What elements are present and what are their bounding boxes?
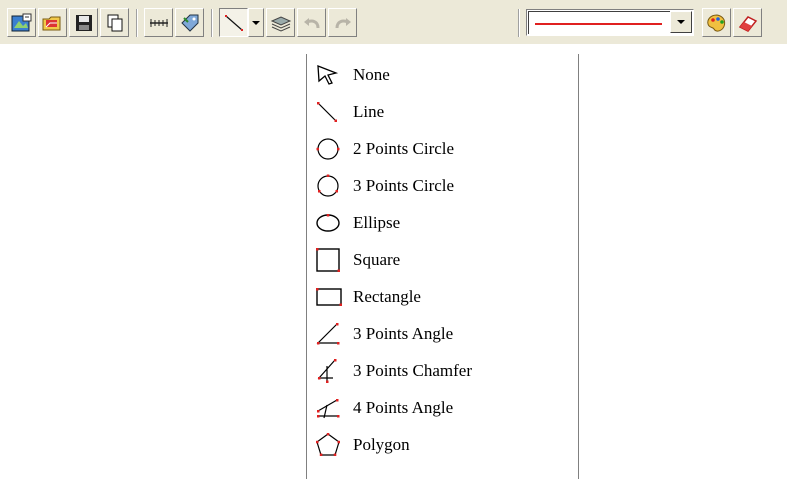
menu-item-rectangle[interactable]: Rectangle [315,279,575,315]
copy-icon [107,14,122,31]
menu-item-label: 3 Points Angle [353,324,454,343]
menu-item-label: 2 Points Circle [353,139,455,158]
menu-item-label: Polygon [353,435,410,454]
eraser-icon [738,15,757,32]
tag-icon [180,14,198,32]
floppy-disk-icon [75,14,92,31]
dropdown-arrow-icon [252,20,260,25]
layers-icon [270,15,291,32]
menu-item-ellipse[interactable]: Ellipse [315,205,575,241]
redo-button[interactable] [328,8,357,37]
menu-item-label: None [353,65,390,84]
menu-item-label: Ellipse [353,213,401,232]
line-style-field [528,11,692,34]
undo-button[interactable] [297,8,326,37]
line-style-combo[interactable] [526,9,694,36]
line-style-dropdown-button[interactable] [670,11,692,33]
measure-tag-button[interactable] [175,8,204,37]
new-image-icon [11,13,31,31]
menu-item-3-points-chamfer[interactable]: 3 Points Chamfer [315,353,575,389]
polygon-icon [315,431,349,459]
menu-item-label: Rectangle [353,287,421,306]
line-icon [315,98,349,126]
calibrate-button[interactable] [144,8,173,37]
copy-button[interactable] [100,8,129,37]
redo-icon [335,17,351,28]
circle-2pt-icon [315,135,349,163]
pointer-icon [315,61,349,89]
shape-menu: None Line 2 Points Circle 3 Points Circl… [306,54,579,479]
new-image-button[interactable] [7,8,36,37]
open-folder-icon [42,16,60,30]
toolbar [0,0,787,44]
menu-item-label: 3 Points Chamfer [353,361,472,380]
circle-3pt-icon [315,172,349,200]
menu-item-label: Square [353,250,401,269]
menu-item-none[interactable]: None [315,57,575,93]
toolbar-separator [211,9,213,37]
save-button[interactable] [69,8,98,37]
menu-item-polygon[interactable]: Polygon [315,427,575,463]
angle-3pt-icon [315,320,349,348]
toolbar-separator [518,9,520,37]
menu-item-3-points-angle[interactable]: 3 Points Angle [315,316,575,352]
open-folder-button[interactable] [38,8,67,37]
menu-item-label: Line [353,102,385,121]
menu-item-square[interactable]: Square [315,242,575,278]
line-style-sample [535,23,662,25]
square-icon [315,246,349,274]
eraser-button[interactable] [733,8,762,37]
menu-item-4-points-angle[interactable]: 4 Points Angle [315,390,575,426]
undo-icon [303,17,319,28]
menu-item-3-points-circle[interactable]: 3 Points Circle [315,168,575,204]
chamfer-3pt-icon [315,357,349,385]
color-palette-button[interactable] [702,8,731,37]
menu-item-label: 4 Points Angle [353,398,454,417]
toolbar-separator [136,9,138,37]
layers-button[interactable] [266,8,295,37]
menu-item-label: 3 Points Circle [353,176,455,195]
draw-shape-button[interactable] [219,8,248,37]
line-tool-icon [224,14,243,31]
angle-4pt-icon [315,394,349,422]
ruler-icon [149,18,168,27]
menu-item-line[interactable]: Line [315,94,575,130]
ellipse-icon [315,209,349,237]
dropdown-arrow-icon [677,20,685,24]
menu-item-2-points-circle[interactable]: 2 Points Circle [315,131,575,167]
shape-dropdown-button[interactable] [248,8,264,37]
rectangle-icon [315,283,349,311]
palette-icon [706,13,725,32]
